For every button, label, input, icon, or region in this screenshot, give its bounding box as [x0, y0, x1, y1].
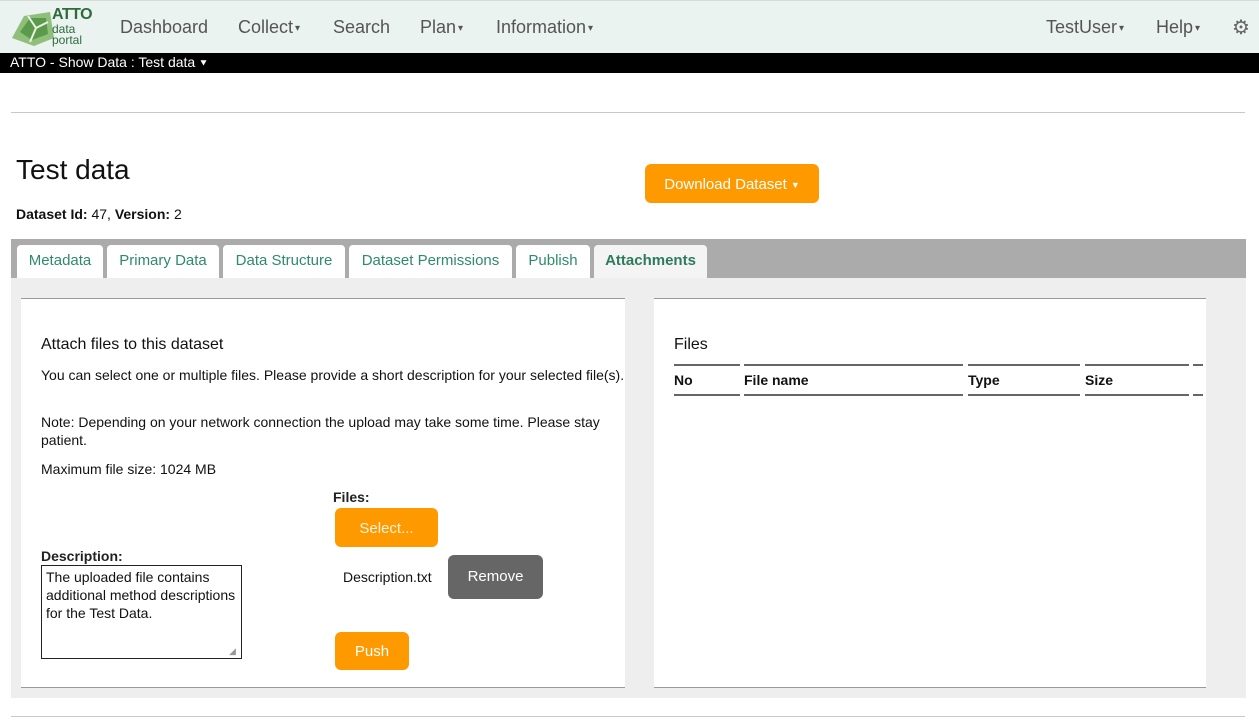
tab-dataset-permissions[interactable]: Dataset Permissions: [349, 245, 512, 278]
column-header-size[interactable]: Size: [1085, 364, 1189, 396]
description-label: Description:: [41, 548, 123, 564]
dataset-id-value: 47: [91, 206, 108, 222]
nav-user-label: TestUser: [1046, 17, 1118, 37]
nav-help[interactable]: Help ▾: [1156, 17, 1200, 38]
caret-down-icon: ▾: [295, 22, 301, 34]
dataset-version-label: Version:: [114, 206, 171, 222]
caret-down-icon: ▾: [588, 22, 594, 34]
page-title: Test data: [16, 154, 130, 185]
breadcrumb[interactable]: ATTO - Show Data : Test data ⯆: [0, 53, 1259, 73]
nav-plan-label: Plan: [420, 17, 457, 37]
remove-file-button[interactable]: Remove: [448, 555, 543, 599]
divider: [11, 112, 1245, 113]
attach-note: Note: Depending on your network connecti…: [41, 414, 600, 448]
download-dataset-label: Download Dataset: [664, 176, 787, 193]
dataset-id-label: Dataset Id:: [16, 206, 88, 222]
nav-collect-label: Collect: [238, 17, 294, 37]
caret-down-icon: ▾: [1195, 22, 1201, 34]
files-title: Files: [674, 336, 708, 353]
logo-text-portal: portal: [52, 33, 83, 47]
files-panel: [654, 298, 1206, 688]
tab-data-structure[interactable]: Data Structure: [223, 245, 345, 278]
gear-icon[interactable]: ⚙: [1232, 15, 1250, 40]
nav-collect[interactable]: Collect ▾: [238, 17, 300, 38]
nav-search-label: Search: [333, 17, 391, 37]
description-textarea[interactable]: The uploaded file contains additional me…: [41, 565, 242, 659]
breadcrumb-text: ATTO - Show Data : Test data: [10, 54, 196, 70]
resize-grip-icon[interactable]: ◢: [229, 646, 236, 657]
nav-dashboard[interactable]: Dashboard: [120, 17, 208, 38]
column-header-file-name[interactable]: File name: [744, 364, 963, 396]
column-header-no[interactable]: No: [674, 364, 740, 396]
max-file-size: Maximum file size: 1024 MB: [41, 461, 217, 477]
nav-search[interactable]: Search: [333, 17, 390, 38]
caret-down-icon: ▼: [790, 179, 800, 190]
double-chevron-down-icon: ⯆: [199, 58, 208, 70]
atto-logo[interactable]: ATTO data portal: [10, 6, 94, 48]
dataset-version-value: 2: [173, 206, 182, 222]
top-navbar: ATTO data portal Dashboard Collect ▾ Sear…: [0, 0, 1259, 53]
select-files-button[interactable]: Select...: [335, 508, 438, 547]
tab-attachments[interactable]: Attachments: [594, 245, 707, 278]
column-header-extra: [1193, 364, 1203, 396]
dataset-meta: Dataset Id: 47, Version: 2: [16, 206, 182, 222]
nav-dashboard-label: Dashboard: [120, 17, 209, 37]
divider: [11, 716, 1245, 717]
tab-metadata[interactable]: Metadata: [17, 245, 103, 278]
push-button[interactable]: Push: [335, 632, 409, 670]
caret-down-icon: ▾: [458, 22, 464, 34]
tab-publish[interactable]: Publish: [516, 245, 590, 278]
nav-plan[interactable]: Plan ▾: [420, 17, 463, 38]
download-dataset-button[interactable]: Download Dataset ▼: [645, 164, 819, 203]
nav-help-label: Help: [1156, 17, 1194, 37]
nav-user-menu[interactable]: TestUser ▾: [1046, 17, 1124, 38]
selected-file-name: Description.txt: [343, 569, 432, 585]
logo-leaf-icon: [12, 12, 54, 46]
caret-down-icon: ▾: [1119, 22, 1125, 34]
files-label: Files:: [333, 489, 370, 505]
attach-instructions: You can select one or multiple files. Pl…: [41, 367, 625, 383]
column-header-type[interactable]: Type: [968, 364, 1080, 396]
nav-information-label: Information: [496, 17, 587, 37]
attach-title: Attach files to this dataset: [41, 336, 224, 353]
tab-primary-data[interactable]: Primary Data: [107, 245, 219, 278]
nav-information[interactable]: Information ▾: [496, 17, 593, 38]
